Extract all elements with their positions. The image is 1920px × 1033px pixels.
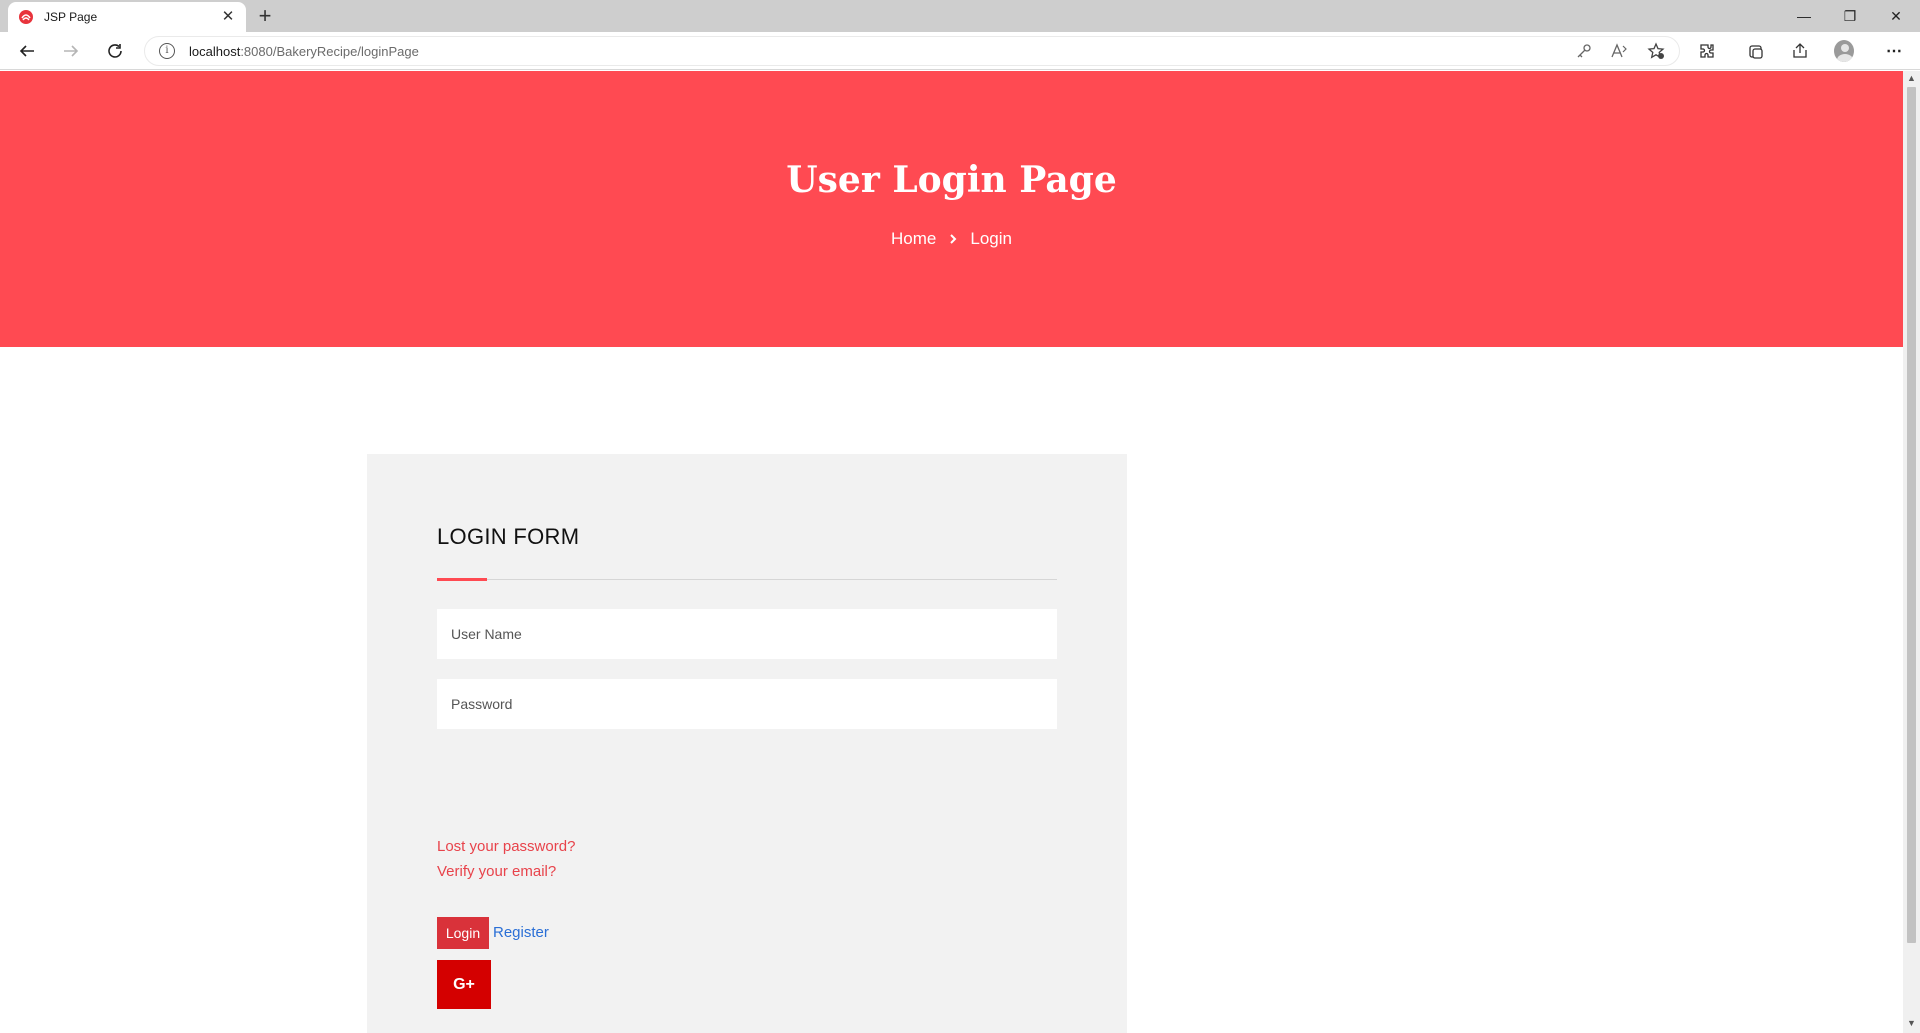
hero-banner: User Login Page Home Login bbox=[0, 71, 1903, 347]
login-form-card: LOGIN FORM Lost your password? Verify yo… bbox=[367, 454, 1127, 1033]
google-plus-button[interactable]: G+ bbox=[437, 960, 491, 1009]
username-input[interactable] bbox=[437, 609, 1057, 659]
profile-avatar-icon[interactable] bbox=[1834, 40, 1854, 62]
url-path: :8080/BakeryRecipe/loginPage bbox=[240, 43, 419, 59]
site-info-icon[interactable]: i bbox=[159, 43, 175, 59]
avatar bbox=[1834, 40, 1854, 62]
chevron-right-icon bbox=[948, 233, 958, 245]
browser-toolbar: i localhost:8080/BakeryRecipe/loginPage … bbox=[0, 32, 1920, 70]
form-title-accent bbox=[437, 578, 487, 581]
breadcrumb-home-link[interactable]: Home bbox=[891, 229, 936, 249]
minimize-button[interactable]: — bbox=[1781, 0, 1827, 32]
breadcrumb: Home Login bbox=[0, 229, 1903, 249]
window-close-button[interactable]: ✕ bbox=[1873, 0, 1919, 32]
favorite-star-icon[interactable] bbox=[1646, 41, 1666, 61]
extensions-icon[interactable] bbox=[1697, 41, 1717, 61]
key-icon[interactable] bbox=[1574, 41, 1594, 61]
url-host: localhost bbox=[189, 43, 241, 59]
lost-password-link[interactable]: Lost your password? bbox=[437, 838, 575, 855]
register-link[interactable]: Register bbox=[493, 924, 549, 941]
password-input[interactable] bbox=[437, 679, 1057, 729]
back-arrow-icon[interactable] bbox=[16, 40, 38, 62]
read-aloud-icon[interactable] bbox=[1610, 41, 1630, 61]
form-title-divider bbox=[437, 579, 1057, 580]
scroll-up-icon[interactable]: ▲ bbox=[1907, 74, 1916, 83]
restore-button[interactable]: ❐ bbox=[1827, 0, 1873, 32]
page-viewport: User Login Page Home Login LOGIN FORM Lo… bbox=[0, 71, 1903, 1033]
tab-title: JSP Page bbox=[44, 10, 98, 24]
login-button[interactable]: Login bbox=[437, 917, 489, 949]
share-icon[interactable] bbox=[1790, 41, 1810, 61]
forward-arrow-icon[interactable] bbox=[60, 40, 82, 62]
scroll-thumb[interactable] bbox=[1907, 87, 1916, 943]
collections-icon[interactable] bbox=[1746, 41, 1766, 61]
more-options-icon[interactable]: ⋯ bbox=[1884, 41, 1904, 61]
browser-tab[interactable]: JSP Page ✕ bbox=[8, 2, 246, 32]
address-bar[interactable]: i localhost:8080/BakeryRecipe/loginPage bbox=[144, 36, 1680, 66]
verify-email-link[interactable]: Verify your email? bbox=[437, 863, 556, 880]
vertical-scrollbar[interactable]: ▲ ▼ bbox=[1903, 71, 1920, 1033]
browser-tab-bar: JSP Page ✕ + — ❐ ✕ bbox=[0, 0, 1920, 32]
page-title: User Login Page bbox=[786, 159, 1117, 201]
form-title: LOGIN FORM bbox=[437, 524, 580, 549]
site-favicon-icon bbox=[18, 9, 34, 25]
refresh-icon[interactable] bbox=[104, 40, 126, 62]
scroll-down-icon[interactable]: ▼ bbox=[1907, 1019, 1916, 1028]
breadcrumb-current: Login bbox=[970, 229, 1012, 248]
new-tab-button[interactable]: + bbox=[254, 5, 276, 27]
tab-close-icon[interactable]: ✕ bbox=[220, 9, 236, 25]
